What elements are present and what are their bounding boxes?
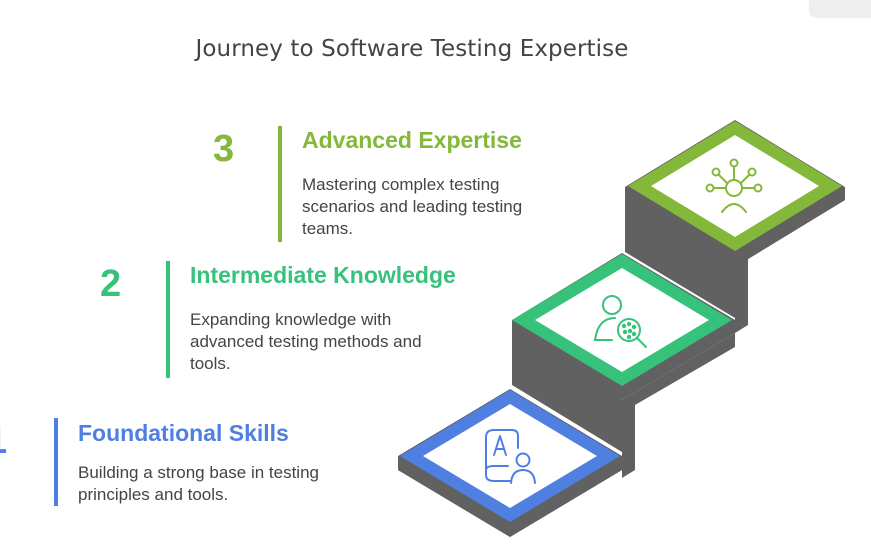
staircase-illustration — [398, 120, 845, 537]
